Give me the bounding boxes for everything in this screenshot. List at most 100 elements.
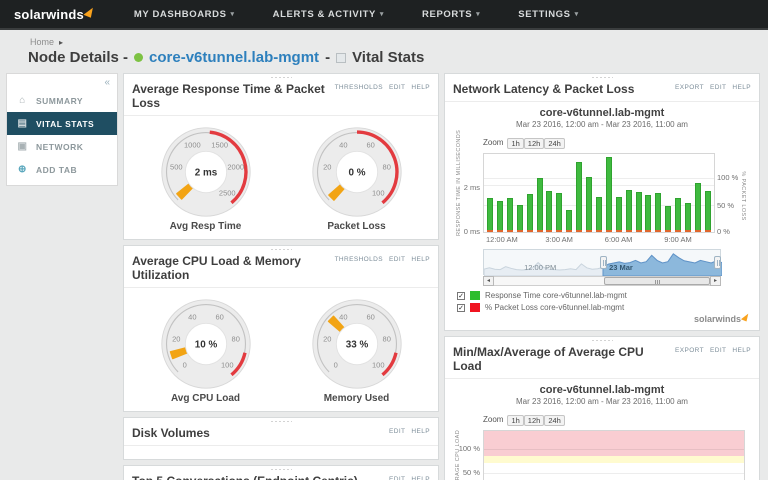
response-time-bar [566, 210, 572, 232]
packet-loss-marker [685, 230, 691, 232]
panel-link-edit[interactable]: EDIT [710, 347, 726, 354]
panel-min-max-avg-cpu: Min/Max/Average of Average CPU Load EXPO… [444, 336, 760, 480]
panel-link-help[interactable]: HELP [411, 476, 430, 480]
panel-link-help[interactable]: HELP [411, 84, 430, 91]
panel-link-help[interactable]: HELP [411, 428, 430, 435]
response-time-bar [586, 177, 592, 232]
nav-settings[interactable]: SETTINGS▾ [518, 9, 578, 20]
chart-navigator[interactable]: 12:00 PM23 Mar [483, 249, 721, 275]
svg-text:100: 100 [371, 189, 384, 198]
response-time-bar [695, 183, 701, 232]
panel-title: Top 5 Conversations (Endpoint Centric) [132, 474, 358, 480]
panel-link-help[interactable]: HELP [732, 347, 751, 354]
document-icon: ▤ [17, 118, 28, 129]
zoom-button-24h[interactable]: 24h [544, 415, 565, 426]
nav-reports[interactable]: REPORTS▾ [422, 9, 480, 20]
svg-text:0 %: 0 % [348, 167, 365, 178]
zoom-button-24h[interactable]: 24h [544, 138, 565, 149]
response-time-bar [507, 198, 513, 232]
response-time-bar [665, 206, 671, 232]
packet-loss-marker [695, 230, 701, 232]
scrollbar-track[interactable] [494, 276, 710, 286]
panel-network-latency: Network Latency & Packet Loss EXPORTEDIT… [444, 73, 760, 331]
gauge-memory-used: 02040608010033 %Memory Used [310, 297, 404, 404]
packet-loss-marker [546, 230, 552, 232]
cpu-chart-body: core-v6tunnel.lab-mgmt Mar 23 2016, 12:0… [445, 379, 759, 480]
home-icon: ⌂ [17, 95, 28, 106]
legend-label: Response Time core-v6tunnel.lab-mgmt [485, 291, 627, 300]
chart-date-range: Mar 23 2016, 12:00 am - Mar 23 2016, 11:… [453, 120, 751, 129]
legend-row: ✓% Packet Loss core-v6tunnel.lab-mgmt [457, 303, 751, 312]
nav-alerts-activity[interactable]: ALERTS & ACTIVITY▾ [273, 9, 384, 20]
x-tick-label: 9:00 AM [664, 235, 692, 244]
panel-disk-volumes: Disk Volumes EDITHELP [123, 417, 439, 460]
panel-link-edit[interactable]: EDIT [389, 256, 405, 263]
packet-loss-marker [517, 230, 523, 232]
panel-title: Average Response Time & Packet Loss [132, 82, 335, 110]
navigator-handle-right[interactable] [714, 256, 721, 269]
zoom-button-12h[interactable]: 12h [524, 138, 545, 149]
response-time-bar [645, 195, 651, 232]
sidebar-item-label: SUMMARY [36, 96, 83, 106]
y-tick: 0 ms [453, 227, 480, 236]
page-title: Node Details - core-v6tunnel.lab-mgmt - … [28, 49, 768, 66]
brand-text-small: solarwinds [694, 314, 741, 324]
packet-loss-marker [556, 230, 562, 232]
response-time-bar [705, 191, 711, 232]
chevron-down-icon: ▾ [575, 10, 579, 18]
scrollbar-thumb[interactable] [604, 277, 710, 285]
panel-header: Average Response Time & Packet Loss THRE… [124, 74, 438, 116]
nav-my-dashboards[interactable]: MY DASHBOARDS▾ [134, 9, 235, 20]
response-time-bar [616, 197, 622, 232]
panel-link-help[interactable]: HELP [732, 84, 751, 91]
chart-date-range: Mar 23 2016, 12:00 am - Mar 23 2016, 11:… [453, 397, 751, 406]
gauge-avg-cpu-load: 02040608010010 %Avg CPU Load [159, 297, 253, 404]
legend-checkbox[interactable]: ✓ [457, 304, 465, 312]
zoom-button-12h[interactable]: 12h [524, 415, 545, 426]
content: « ⌂ SUMMARY ▤ VITAL STATS ▣ NETWORK ⊕ AD… [0, 73, 768, 480]
y-axis-label-right: % PACKET LOSS [740, 156, 746, 236]
plus-circle-icon: ⊕ [17, 164, 28, 175]
panel-link-thresholds[interactable]: THRESHOLDS [335, 256, 383, 263]
sidebar-item-add-tab[interactable]: ⊕ ADD TAB [7, 158, 117, 181]
breadcrumb-home[interactable]: Home [30, 37, 54, 47]
node-link[interactable]: core-v6tunnel.lab-mgmt [149, 49, 319, 66]
panel-header: Average CPU Load & Memory Utilization TH… [124, 246, 438, 288]
zoom-label: Zoom [483, 415, 503, 424]
chart-scrollbar: ◂ ▸ [483, 276, 721, 286]
zoom-controls: Zoom 1h12h24h [483, 133, 751, 151]
sidebar-item-network[interactable]: ▣ NETWORK [7, 135, 117, 158]
panel-link-edit[interactable]: EDIT [389, 476, 405, 480]
legend-checkbox[interactable]: ✓ [457, 292, 465, 300]
x-tick-label: 6:00 AM [605, 235, 633, 244]
scroll-right-button[interactable]: ▸ [710, 276, 721, 286]
response-time-bar [685, 203, 691, 232]
panel-link-edit[interactable]: EDIT [389, 84, 405, 91]
zoom-button-1h[interactable]: 1h [507, 138, 523, 149]
panel-top5-conversations: Top 5 Conversations (Endpoint Centric) B… [123, 465, 439, 480]
zoom-button-1h[interactable]: 1h [507, 415, 523, 426]
sidebar-item-summary[interactable]: ⌂ SUMMARY [7, 89, 117, 112]
panel-link-edit[interactable]: EDIT [710, 84, 726, 91]
response-time-bar [675, 198, 681, 232]
vital-stats-icon [336, 53, 346, 63]
brand-logo[interactable]: solarwinds [14, 7, 94, 22]
network-icon: ▣ [17, 141, 28, 152]
panel-link-help[interactable]: HELP [411, 256, 430, 263]
navigator-handle-left[interactable] [600, 256, 607, 269]
disk-volumes-body [124, 446, 438, 459]
panel-header: Network Latency & Packet Loss EXPORTEDIT… [445, 74, 759, 102]
svg-text:0: 0 [333, 361, 337, 370]
sidebar-item-vital-stats[interactable]: ▤ VITAL STATS [7, 112, 117, 135]
panel-link-thresholds[interactable]: THRESHOLDS [335, 84, 383, 91]
svg-text:40: 40 [339, 141, 347, 150]
panel-link-export[interactable]: EXPORT [675, 84, 704, 91]
panel-link-edit[interactable]: EDIT [389, 428, 405, 435]
svg-text:1000: 1000 [183, 141, 200, 150]
menu-label: ALERTS & ACTIVITY [273, 9, 376, 20]
chevron-down-icon: ▾ [476, 10, 480, 18]
panel-link-export[interactable]: EXPORT [675, 347, 704, 354]
sidebar-collapse-button[interactable]: « [7, 74, 117, 89]
panel-cpu-memory: Average CPU Load & Memory Utilization TH… [123, 245, 439, 412]
scroll-left-button[interactable]: ◂ [483, 276, 494, 286]
